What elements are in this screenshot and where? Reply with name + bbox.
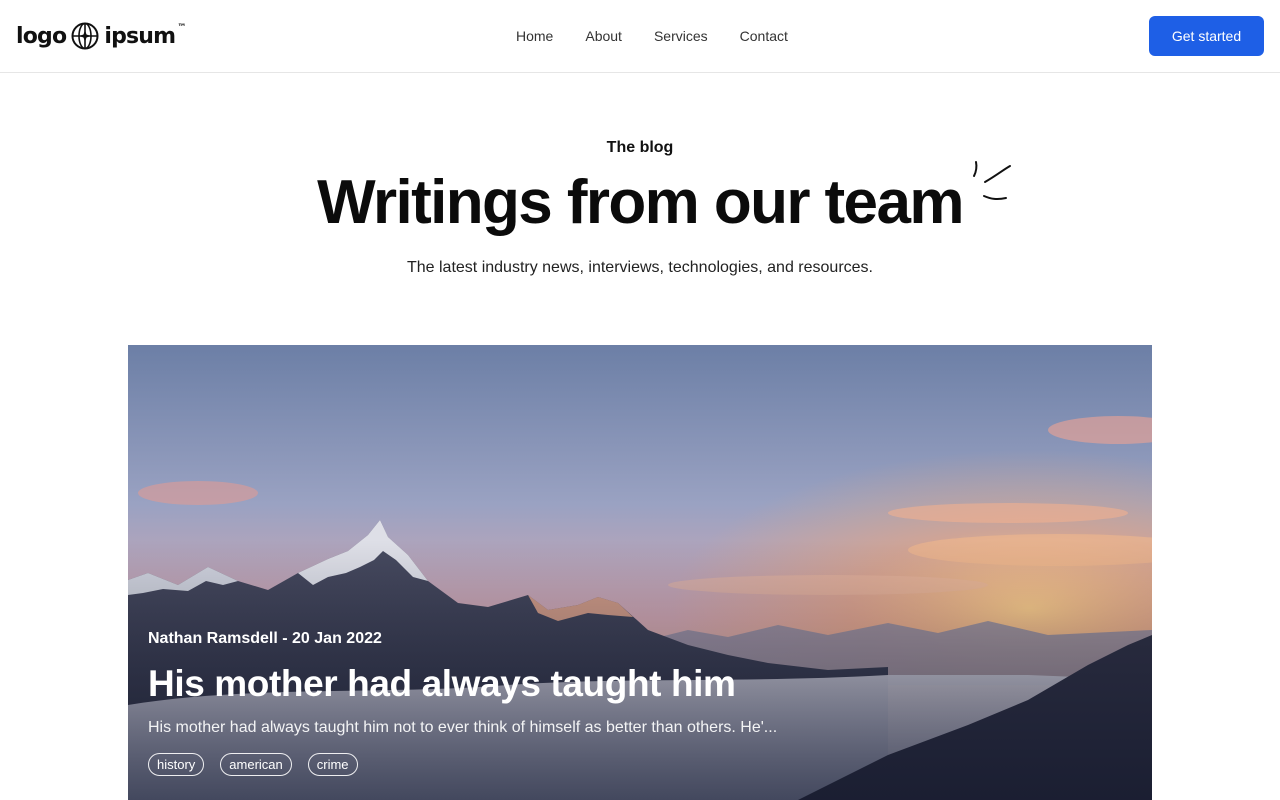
logo[interactable]: logo ipsum ™ [16,21,186,51]
site-header: logo ipsum ™ Home About Services Contact… [0,0,1280,73]
tag-crime[interactable]: crime [307,753,358,776]
logo-text-left: logo [16,23,67,49]
section-eyebrow: The blog [606,139,674,156]
sparkle-doodle-icon [973,161,1011,201]
page-title: Writings from our team [317,168,964,237]
nav-link-about[interactable]: About [569,28,638,44]
nav-link-home[interactable]: Home [500,28,569,44]
nav-link-contact[interactable]: Contact [724,28,804,44]
logo-trademark: ™ [177,23,186,33]
post-author-date: Nathan Ramsdell - 20 Jan 2022 [148,630,382,647]
logo-text-right: ipsum [104,23,176,49]
post-excerpt: His mother had always taught him not to … [148,719,778,736]
tag-american[interactable]: american [220,753,292,776]
get-started-button[interactable]: Get started [1149,16,1264,56]
page-subtitle: The latest industry news, interviews, te… [406,259,873,276]
nav-link-services[interactable]: Services [638,28,724,44]
post-title[interactable]: His mother had always taught him [148,663,736,705]
post-tags: history american crime [148,753,358,776]
featured-post-card[interactable]: Nathan Ramsdell - 20 Jan 2022 His mother… [128,345,1152,800]
main-nav: Home About Services Contact [500,0,804,72]
tag-history[interactable]: history [148,753,205,776]
globe-logo-icon [71,22,99,50]
